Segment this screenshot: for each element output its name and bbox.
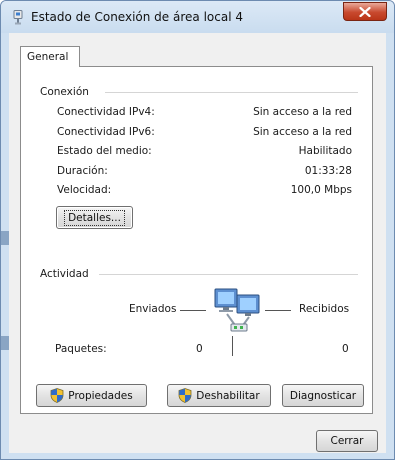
duration-label: Duración: xyxy=(57,165,108,177)
network-adapter-icon xyxy=(13,10,23,25)
general-tab-panel xyxy=(20,66,373,414)
ipv6-connectivity-label: Conectividad IPv6: xyxy=(57,126,155,138)
disable-button[interactable]: Deshabilitar xyxy=(167,384,271,407)
title-bar[interactable]: Estado de Conexión de área local 4 xyxy=(1,1,394,33)
dialog-window: Estado de Conexión de área local 4 Gener… xyxy=(0,0,395,460)
tab-general[interactable]: General xyxy=(20,46,80,67)
packets-sent-value: 0 xyxy=(196,343,203,355)
disable-button-label: Deshabilitar xyxy=(196,389,260,402)
media-state-value: Habilitado xyxy=(298,145,352,157)
speed-label: Velocidad: xyxy=(57,184,112,196)
speed-value: 100,0 Mbps xyxy=(290,184,352,196)
window-edge-marker xyxy=(1,336,9,350)
received-label: Recibidos xyxy=(299,303,350,315)
ipv4-connectivity-value: Sin acceso a la red xyxy=(253,106,352,118)
close-button-label: Cerrar xyxy=(330,435,364,447)
connection-group-line xyxy=(105,92,358,93)
close-window-button[interactable] xyxy=(343,2,387,21)
details-button[interactable]: Detalles... xyxy=(56,206,133,229)
activity-group-label: Actividad xyxy=(40,268,95,280)
ipv6-connectivity-value: Sin acceso a la red xyxy=(253,126,352,138)
connection-group-label: Conexión xyxy=(40,86,95,98)
close-icon xyxy=(359,6,371,17)
packets-label: Paquetes: xyxy=(55,343,107,355)
window-title: Estado de Conexión de área local 4 xyxy=(31,10,243,24)
packets-divider xyxy=(232,336,233,356)
properties-button-label: Propiedades xyxy=(68,389,133,402)
uac-shield-icon xyxy=(178,388,192,403)
media-state-label: Estado del medio: xyxy=(57,145,152,157)
diagnose-button[interactable]: Diagnosticar xyxy=(282,384,364,407)
duration-value: 01:33:28 xyxy=(304,165,352,177)
details-button-label: Detalles... xyxy=(64,209,125,226)
received-divider xyxy=(265,310,291,311)
window-edge-marker xyxy=(1,231,9,245)
network-computers-icon xyxy=(214,288,260,332)
uac-shield-icon xyxy=(50,388,64,403)
activity-group-line xyxy=(99,274,358,275)
diagnose-button-label: Diagnosticar xyxy=(289,389,357,402)
sent-label: Enviados xyxy=(129,303,177,315)
packets-received-value: 0 xyxy=(342,343,349,355)
sent-divider xyxy=(180,310,206,311)
properties-button[interactable]: Propiedades xyxy=(36,384,147,407)
close-button[interactable]: Cerrar xyxy=(316,430,378,452)
ipv4-connectivity-label: Conectividad IPv4: xyxy=(57,106,155,118)
